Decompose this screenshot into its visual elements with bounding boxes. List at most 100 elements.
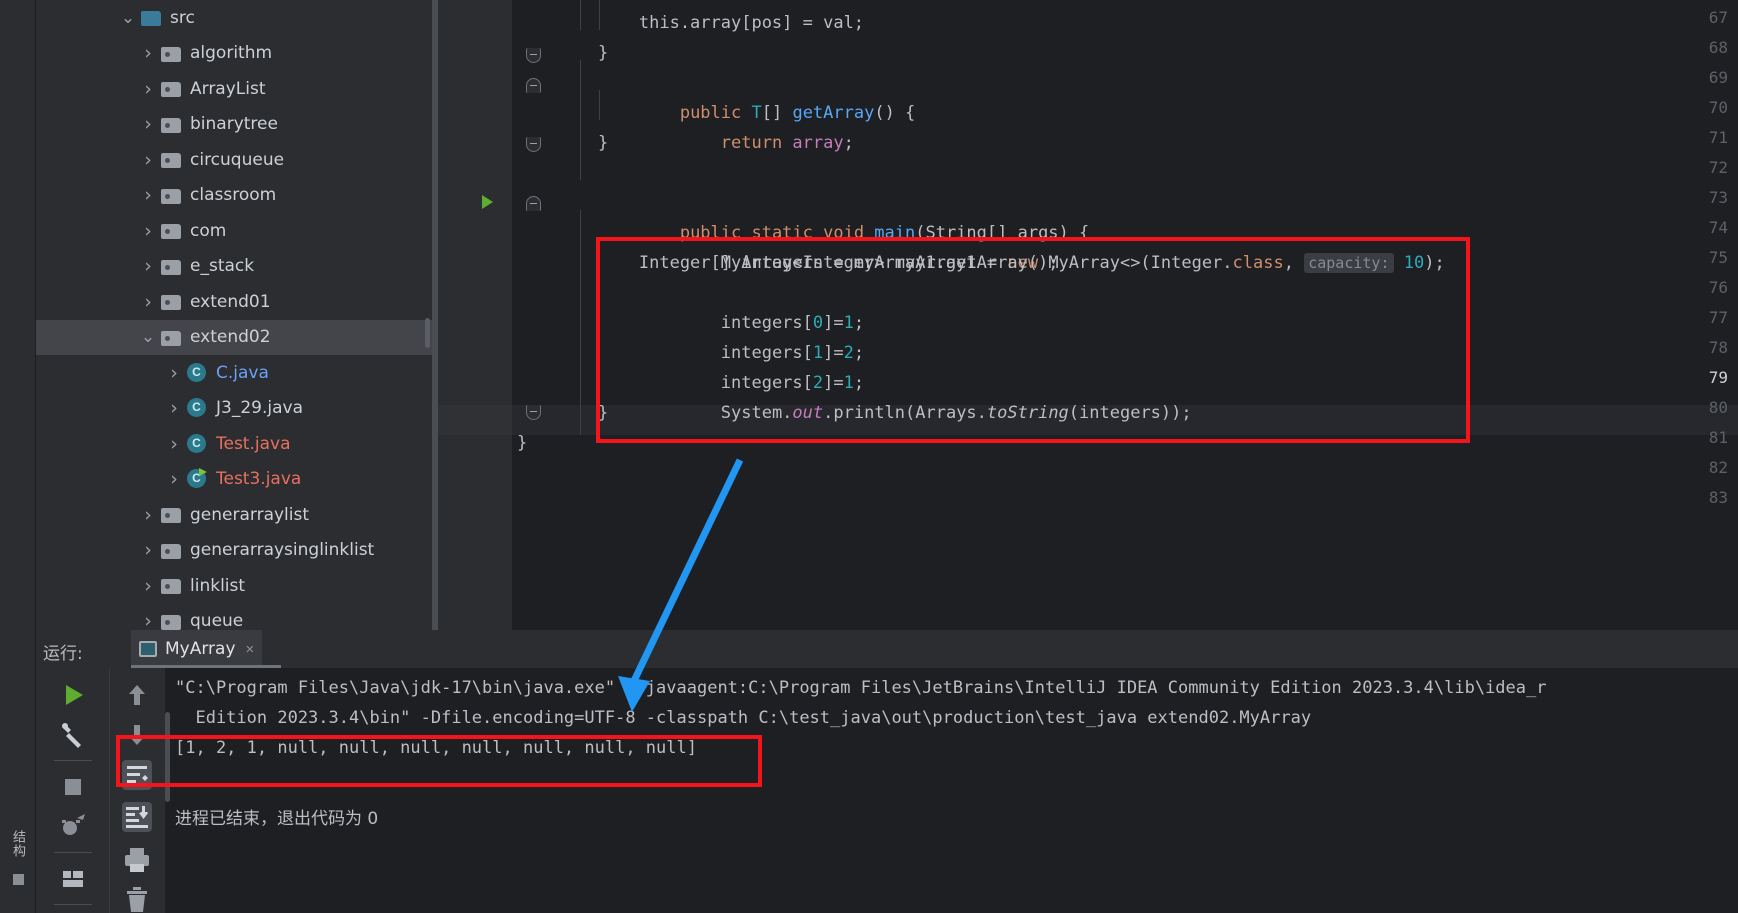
package-folder-icon [161, 258, 181, 275]
tree-item-generarraylist[interactable]: generarraylist [36, 497, 432, 533]
code-line-74-num: 10 [1403, 253, 1425, 273]
code-line-80: } [557, 403, 609, 423]
layout-button[interactable] [54, 860, 92, 898]
chevron-right-icon[interactable] [140, 291, 156, 313]
chevron-right-icon[interactable] [140, 610, 156, 630]
tree-item-circuqueue[interactable]: circuqueue [36, 142, 432, 178]
console-line-1: "C:\Program Files\Java\jdk-17\bin\java.e… [175, 678, 1547, 698]
run-tab-myarray[interactable]: MyArray × [131, 630, 263, 668]
run-toolbar-primary [36, 668, 110, 913]
fold-marker-icon[interactable] [526, 137, 541, 152]
fold-marker-icon[interactable] [526, 405, 541, 420]
tree-item-label: ArrayList [190, 78, 266, 99]
chevron-right-icon[interactable] [166, 468, 182, 490]
code-line-81: } [517, 433, 528, 453]
run-window-label: 运行: [43, 644, 83, 664]
package-folder-icon [161, 613, 181, 630]
code-text-area[interactable]: this.array[pos] = val; } public T[] getA… [517, 0, 1738, 630]
code-line-74-g: ); [1424, 253, 1445, 273]
rerun-button[interactable] [54, 676, 92, 714]
tree-item-com[interactable]: com [36, 213, 432, 249]
java-class-icon [187, 362, 207, 383]
tree-item-generarraysinglinklist[interactable]: generarraysinglinklist [36, 533, 432, 569]
tree-item-label: generarraysinglinklist [190, 540, 375, 561]
tree-item-test-java[interactable]: Test.java [36, 426, 432, 462]
tree-item-label: J3_29.java [216, 398, 303, 419]
tree-item-extend02[interactable]: extend02 [36, 319, 432, 355]
fold-marker-icon[interactable] [526, 196, 541, 211]
rerun-failed-button[interactable] [54, 808, 92, 846]
chevron-right-icon[interactable] [166, 362, 182, 384]
tree-item-classroom[interactable]: classroom [36, 178, 432, 214]
chevron-down-icon[interactable] [140, 333, 156, 341]
package-folder-icon [161, 329, 181, 346]
chevron-right-icon[interactable] [140, 575, 156, 597]
code-line-70-tail: ; [843, 133, 854, 153]
tree-item-label: Test.java [216, 433, 291, 454]
code-line-79-a: System. [638, 403, 793, 423]
tree-item-e-stack[interactable]: e_stack [36, 249, 432, 285]
chevron-down-icon[interactable] [120, 14, 136, 22]
package-folder-icon [161, 293, 181, 311]
package-folder-icon [161, 45, 181, 62]
tree-item-arraylist[interactable]: ArrayList [36, 71, 432, 107]
close-icon[interactable]: × [246, 641, 255, 658]
tree-item-j3-29-java[interactable]: J3_29.java [36, 391, 432, 427]
source-folder-icon [141, 9, 161, 27]
chevron-right-icon[interactable] [140, 78, 156, 100]
tree-item-label: e_stack [190, 256, 255, 277]
chevron-right-icon[interactable] [140, 504, 156, 526]
editor-gutter[interactable] [438, 0, 512, 630]
chevron-right-icon[interactable] [140, 149, 156, 171]
tree-item-binarytree[interactable]: binarytree [36, 107, 432, 143]
settings-button[interactable] [54, 716, 92, 754]
chevron-right-icon[interactable] [140, 113, 156, 135]
chevron-right-icon[interactable] [140, 184, 156, 206]
fold-marker-icon[interactable] [526, 78, 541, 93]
print-button[interactable] [118, 840, 156, 878]
package-folder-icon [161, 187, 181, 204]
code-line-67: this.array[pos] = val; [557, 13, 865, 33]
tree-item-label: com [190, 220, 227, 241]
stop-button[interactable] [54, 768, 92, 806]
console-line-output-array: [1, 2, 1, null, null, null, null, null, … [175, 738, 697, 758]
code-editor[interactable]: 67 68 69 70 71 72 73 74 75 76 77 78 79 80 81 82 83 this.… [432, 0, 1738, 630]
chevron-right-icon[interactable] [140, 220, 156, 242]
tree-item-queue[interactable]: queue [36, 604, 432, 630]
console-scrollbar[interactable] [165, 712, 170, 802]
fold-marker-icon[interactable] [526, 48, 541, 63]
project-tree-scrollbar[interactable] [425, 318, 430, 348]
code-line-74-class: class [1232, 253, 1284, 273]
project-tree-panel[interactable]: src algorithm ArrayList binarytree circuqueu… [36, 0, 432, 630]
strip-bottom-icon[interactable] [13, 874, 24, 885]
trash-button[interactable] [118, 880, 156, 913]
code-line-79-e: (integers)); [1068, 403, 1192, 423]
console-output[interactable]: "C:\Program Files\Java\jdk-17\bin\java.e… [165, 668, 1738, 913]
toolbar-divider [54, 904, 92, 905]
chevron-right-icon[interactable] [166, 433, 182, 455]
chevron-right-icon[interactable] [140, 539, 156, 561]
scroll-up-button[interactable] [118, 676, 156, 714]
structure-tool-label[interactable]: 结构 [8, 830, 27, 858]
console-line-2: Edition 2023.3.4\bin" -Dfile.encoding=UT… [175, 708, 1312, 728]
run-gutter-icon[interactable] [482, 195, 493, 209]
tree-item-linklist[interactable]: linklist [36, 568, 432, 604]
tree-item-algorithm[interactable]: algorithm [36, 36, 432, 72]
package-folder-icon [161, 542, 181, 559]
run-config-icon [139, 641, 157, 657]
editor-fold-gutter[interactable] [512, 0, 557, 630]
tree-item-label: src [170, 7, 195, 28]
scroll-to-end-button[interactable] [118, 798, 156, 836]
tree-item-src[interactable]: src [36, 0, 432, 36]
scroll-down-button[interactable] [118, 716, 156, 754]
soft-wrap-button[interactable] [118, 756, 156, 794]
run-toolbar-secondary [110, 668, 165, 913]
chevron-right-icon[interactable] [166, 397, 182, 419]
tree-item-label: classroom [190, 185, 277, 206]
left-tool-strip: 结构 [0, 0, 36, 913]
tree-item-extend01[interactable]: extend01 [36, 284, 432, 320]
tree-item-test3-java[interactable]: Test3.java [36, 462, 432, 498]
chevron-right-icon[interactable] [140, 42, 156, 64]
chevron-right-icon[interactable] [140, 255, 156, 277]
tree-item-c-java[interactable]: C.java [36, 355, 432, 391]
